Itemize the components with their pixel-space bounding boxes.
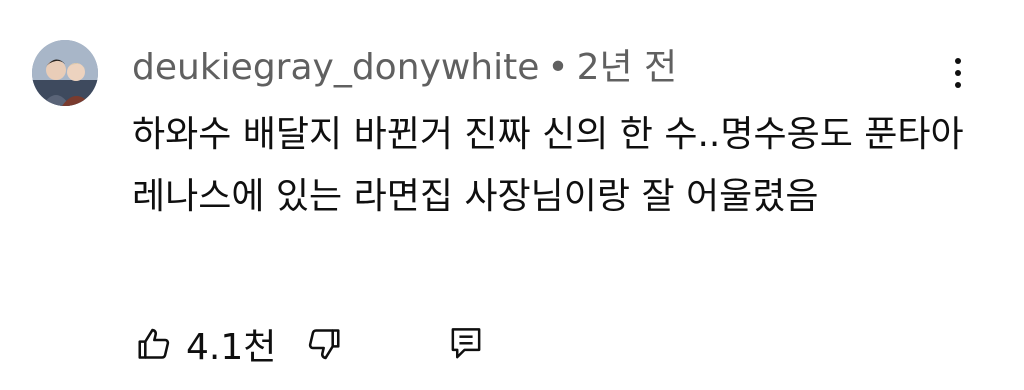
thumbs-down-icon [309, 329, 340, 360]
comment-actions: 4.1천 [132, 318, 488, 370]
comment-card: deukiegray_donywhite • 2년 전 하와수 배달지 바뀐거 진짜… [0, 0, 1024, 390]
comment-meta: deukiegray_donywhite • 2년 전 [132, 44, 677, 92]
more-dot-icon [955, 58, 961, 64]
more-dot-icon [955, 82, 961, 88]
dislike-button[interactable] [302, 322, 346, 366]
author-avatar[interactable] [32, 40, 98, 106]
reply-button[interactable] [444, 322, 488, 366]
meta-separator: • [547, 47, 569, 88]
comment-timestamp[interactable]: 2년 전 [577, 47, 678, 88]
comment-reply-icon [451, 328, 481, 359]
like-button[interactable] [132, 322, 176, 366]
thumbs-up-icon [138, 328, 170, 359]
author-name[interactable]: deukiegray_donywhite [132, 47, 539, 88]
comment-text: 하와수 배달지 바뀐거 진짜 신의 한 수..명수옹도 푼타아레나스에 있는 라… [132, 114, 964, 217]
more-dot-icon [955, 70, 961, 76]
more-options-button[interactable] [946, 55, 970, 91]
avatar-image [32, 40, 98, 106]
like-count: 4.1천 [186, 327, 277, 368]
